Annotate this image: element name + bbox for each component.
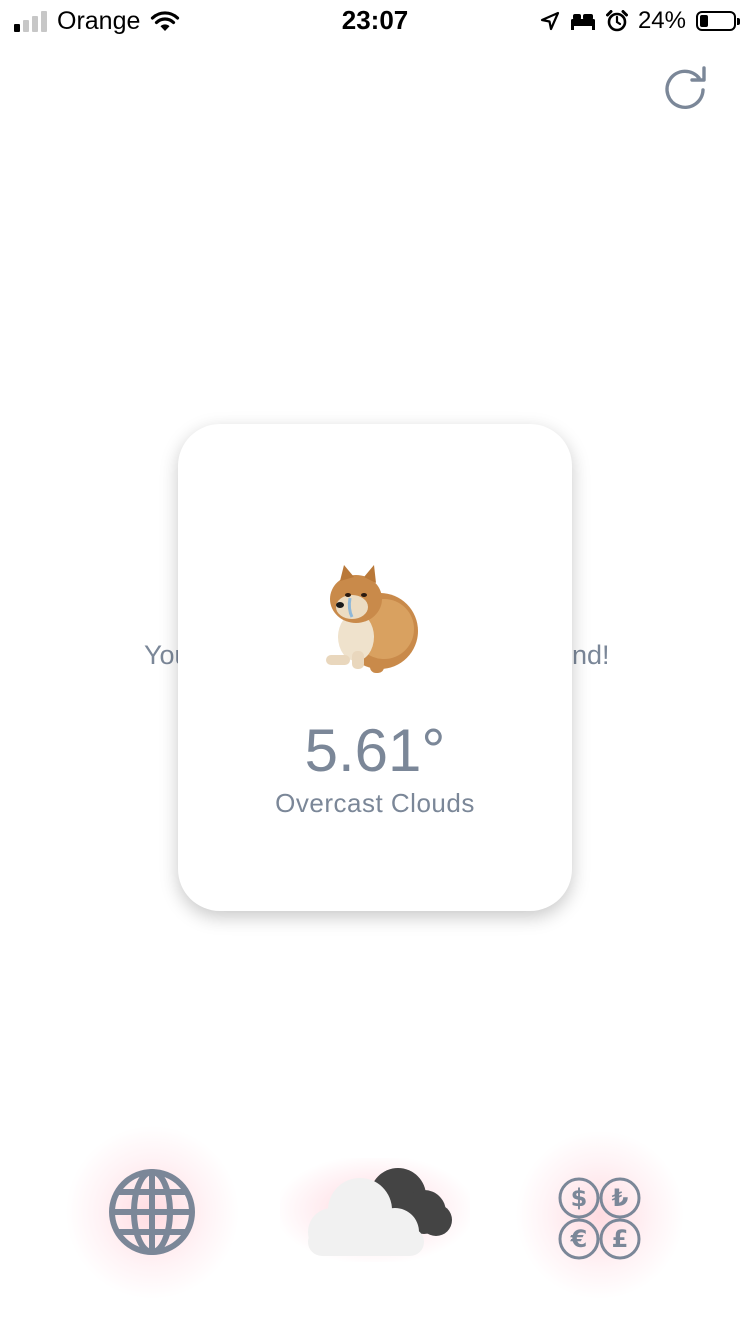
bed-icon <box>570 14 595 30</box>
background-message-right: nd! <box>572 640 610 670</box>
pound-symbol: £ <box>612 1225 629 1253</box>
crying-doge-image <box>326 565 418 673</box>
cloud-icon <box>308 1168 452 1256</box>
euro-symbol: € <box>570 1225 588 1253</box>
battery-icon <box>696 11 740 31</box>
alarm-clock-icon <box>605 10 628 32</box>
refresh-button[interactable] <box>660 62 710 112</box>
nav-weather-button[interactable] <box>280 1150 470 1265</box>
status-bar: Orange 23:07 24% <box>0 0 750 42</box>
dollar-symbol: $ <box>571 1184 588 1212</box>
refresh-icon <box>665 66 706 110</box>
battery-percentage: 24% <box>637 7 686 34</box>
temperature-value: 5.61° <box>304 717 446 784</box>
lira-symbol: ₺ <box>612 1184 629 1212</box>
location-arrow-icon <box>540 11 560 31</box>
weather-card[interactable]: 5.61° Overcast Clouds <box>178 424 572 911</box>
nav-currency-button[interactable]: $ ₺ € £ <box>515 1130 685 1300</box>
status-icons: 24% <box>540 6 740 36</box>
weather-description: Overcast Clouds <box>275 788 475 818</box>
nav-globe-button[interactable] <box>65 1125 240 1300</box>
currency-icon: $ ₺ € £ <box>558 1177 641 1260</box>
battery-level-fill <box>700 15 708 27</box>
globe-icon <box>109 1169 195 1255</box>
